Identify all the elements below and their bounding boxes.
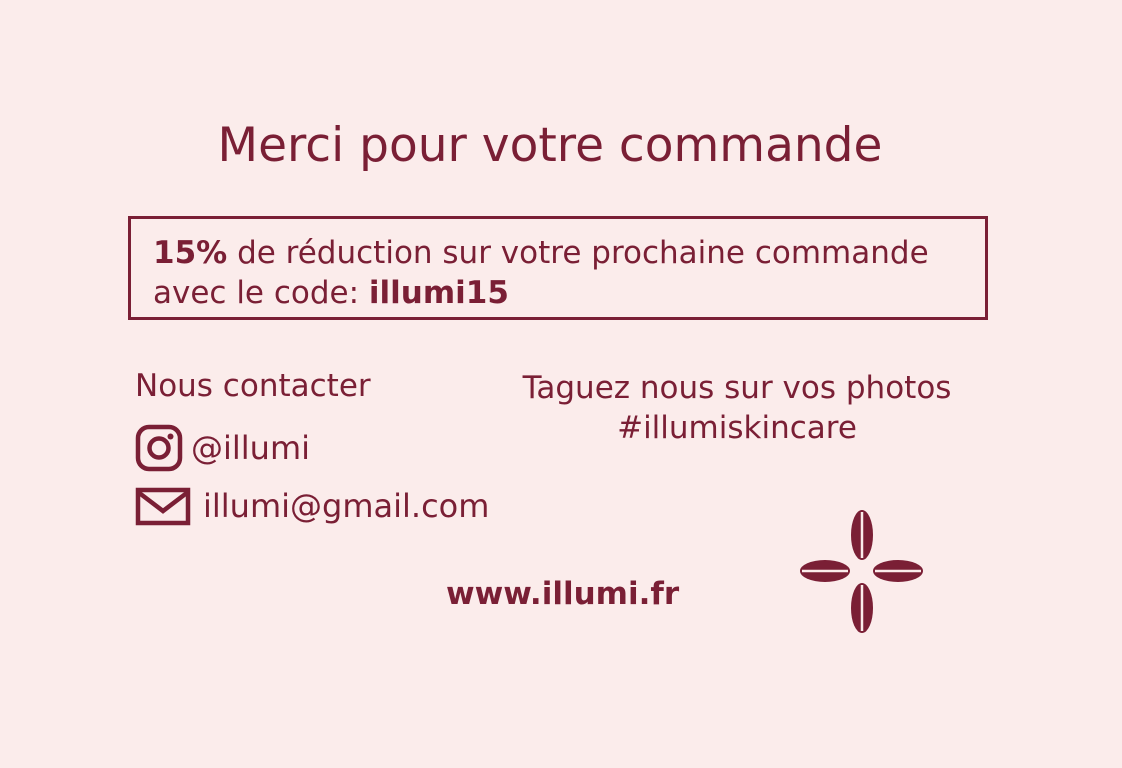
website-link[interactable]: www.illumi.fr [446, 576, 679, 612]
brand-flower-icon [798, 508, 926, 640]
promo-code-prefix: avec le code: [153, 275, 360, 311]
email-address[interactable]: illumi@gmail.com [203, 487, 489, 525]
promo-line-1: 15% de réduction sur votre prochaine com… [153, 233, 985, 273]
discount-promo-box: 15% de réduction sur votre prochaine com… [128, 216, 988, 320]
hashtag: #illumiskincare [617, 410, 857, 446]
contact-heading: Nous contacter [135, 368, 371, 404]
instagram-icon [135, 424, 183, 472]
discount-percent: 15% [153, 235, 228, 271]
promo-line-1-text: de réduction sur votre prochaine command… [237, 235, 929, 271]
email-contact[interactable]: illumi@gmail.com [135, 486, 489, 526]
promo-line-2: avec le code: illumi15 [153, 273, 985, 313]
instagram-handle[interactable]: @illumi [191, 429, 310, 467]
tag-us-text: Taguez nous sur vos photos [522, 370, 952, 406]
thank-you-title: Merci pour votre commande [217, 118, 883, 173]
instagram-contact[interactable]: @illumi [135, 424, 310, 472]
envelope-icon [135, 486, 191, 526]
promo-code: illumi15 [368, 275, 509, 311]
tag-us-block: Taguez nous sur vos photos #illumiskinca… [500, 368, 974, 448]
